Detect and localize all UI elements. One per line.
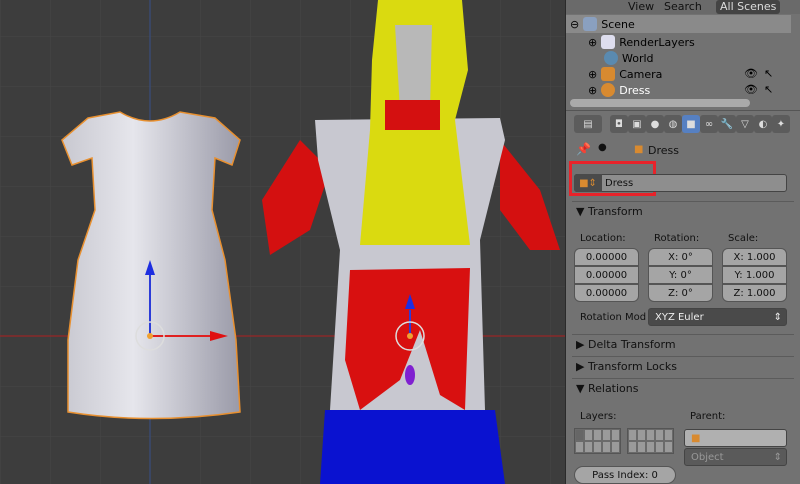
parent-type-dropdown[interactable]: Object ⇕: [684, 448, 787, 466]
rotation-mode-dropdown[interactable]: XYZ Euler ⇕: [648, 308, 787, 326]
tab-scene[interactable]: ●: [646, 115, 664, 133]
tab-constraints[interactable]: ∞: [700, 115, 718, 133]
rotation-label: Rotation:: [654, 233, 700, 244]
camera-icon: [601, 67, 616, 81]
object-name-field[interactable]: Dress: [574, 174, 787, 192]
tab-render-layers[interactable]: ▣: [628, 115, 646, 133]
properties-tabs: ▤ ◘ ▣ ● ◍ ■ ∞ 🔧 ▽ ◐ ✦: [566, 110, 800, 136]
scene-icon: [583, 17, 598, 31]
pass-index-field[interactable]: Pass Index: 0: [574, 466, 676, 484]
outliner-scrollbar[interactable]: [570, 99, 750, 107]
panel-relations[interactable]: ▼ Relations: [572, 378, 794, 398]
object-icon: ■: [634, 144, 644, 155]
visibility-eye-icon[interactable]: 👁: [744, 83, 758, 96]
tab-particles[interactable]: ✦: [772, 115, 790, 133]
tab-world[interactable]: ◍: [664, 115, 682, 133]
3d-viewport[interactable]: [0, 0, 565, 484]
tab-data[interactable]: ▽: [736, 115, 754, 133]
rotation-x-field[interactable]: X: 0°: [648, 248, 713, 266]
parent-field[interactable]: ■: [684, 429, 787, 447]
right-panels: View Search All Scenes ⊖ Scene ⊕ RenderL…: [565, 0, 800, 484]
view-menu[interactable]: View: [628, 0, 654, 14]
tab-object[interactable]: ■: [682, 115, 700, 133]
pin-icon[interactable]: 📌: [576, 142, 591, 156]
properties-editor: 📌 ● ■ Dress Dress ■⇕ ▼ Transform Locatio…: [566, 136, 800, 484]
rotation-mode-label: Rotation Mod: [580, 312, 647, 323]
layers-grid-2[interactable]: [627, 428, 674, 454]
parent-label: Parent:: [690, 411, 726, 422]
scale-x-field[interactable]: X: 1.000: [722, 248, 787, 266]
scale-label: Scale:: [728, 233, 759, 244]
outliner-header: View Search All Scenes: [566, 0, 800, 14]
scenes-dropdown[interactable]: All Scenes: [716, 0, 781, 14]
scale-y-field[interactable]: Y: 1.000: [722, 266, 787, 284]
scene-icon: ●: [598, 142, 607, 153]
search-menu[interactable]: Search: [664, 0, 702, 14]
visibility-eye-icon[interactable]: 👁: [744, 67, 758, 80]
world-icon: [604, 51, 618, 65]
layers-grid-1[interactable]: [574, 428, 621, 454]
tab-modifiers[interactable]: 🔧: [718, 115, 736, 133]
scale-z-field[interactable]: Z: 1.000: [722, 284, 787, 302]
rotation-y-field[interactable]: Y: 0°: [648, 266, 713, 284]
select-cursor-icon[interactable]: ↖: [764, 83, 773, 96]
object-browse-button[interactable]: ■⇕: [574, 174, 602, 192]
viewport-scene: [0, 0, 565, 484]
panel-transform[interactable]: ▼ Transform: [572, 201, 794, 221]
render-layers-icon: [601, 35, 616, 49]
mesh-icon: [601, 83, 616, 97]
breadcrumb: Dress: [648, 144, 679, 157]
select-cursor-icon[interactable]: ↖: [764, 67, 773, 80]
editor-type-button[interactable]: ▤: [574, 115, 602, 133]
tab-material[interactable]: ◐: [754, 115, 772, 133]
outliner: View Search All Scenes ⊖ Scene ⊕ RenderL…: [566, 0, 800, 110]
panel-transform-locks[interactable]: ▶ Transform Locks: [572, 356, 794, 376]
layers-label: Layers:: [580, 411, 617, 422]
location-y-field[interactable]: 0.00000: [574, 266, 639, 284]
location-x-field[interactable]: 0.00000: [574, 248, 639, 266]
location-label: Location:: [580, 233, 626, 244]
panel-delta-transform[interactable]: ▶ Delta Transform: [572, 334, 794, 354]
rotation-z-field[interactable]: Z: 0°: [648, 284, 713, 302]
location-z-field[interactable]: 0.00000: [574, 284, 639, 302]
outliner-item-scene[interactable]: ⊖ Scene: [566, 15, 791, 33]
tab-render[interactable]: ◘: [610, 115, 628, 133]
